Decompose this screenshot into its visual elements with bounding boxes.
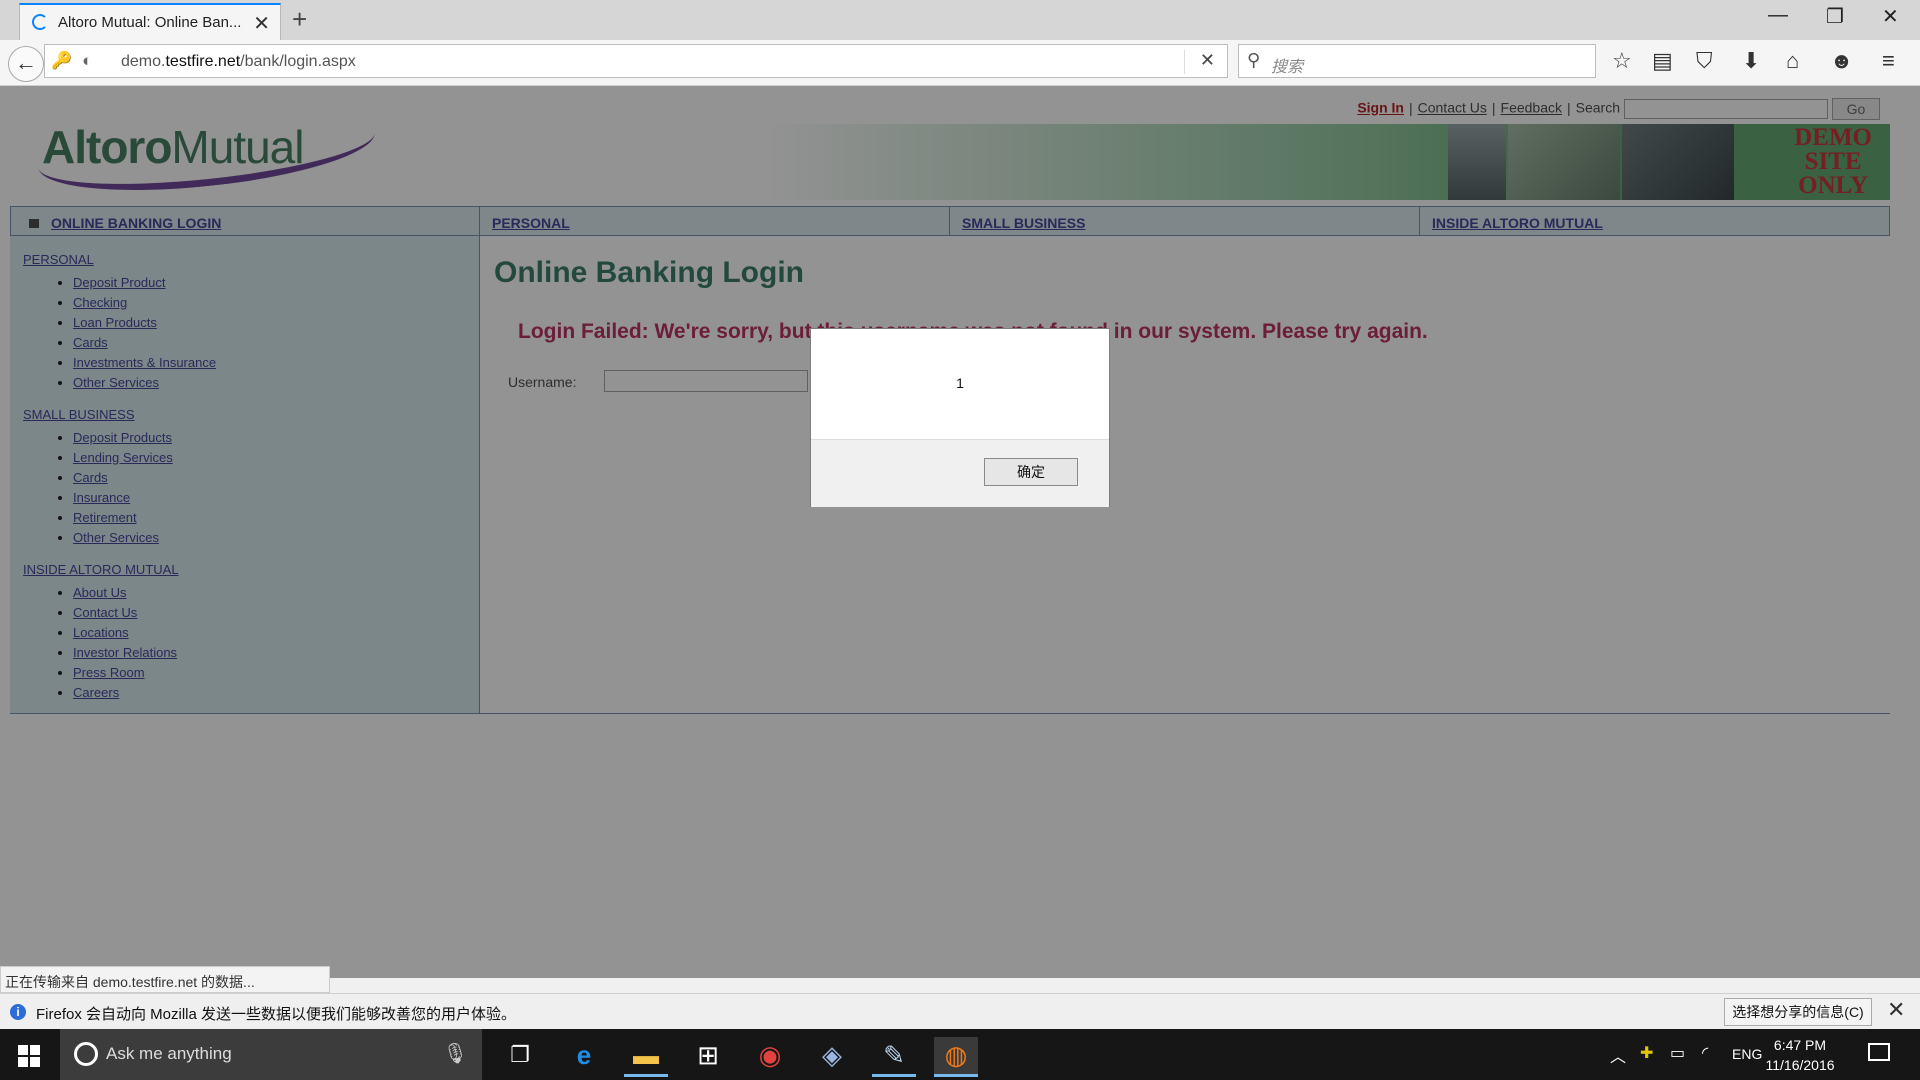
file-explorer-icon[interactable]: ▬: [624, 1037, 668, 1077]
hamburger-menu-icon[interactable]: ≡: [1882, 48, 1895, 74]
wifi-icon[interactable]: ◜: [1702, 1043, 1708, 1063]
tab-title: Altoro Mutual: Online Ban...: [58, 14, 242, 31]
home-icon[interactable]: ⌂: [1786, 48, 1799, 74]
tab-strip: Altoro Mutual: Online Ban... ✕ + — ❐ ✕: [0, 0, 1920, 40]
app-icon-blue[interactable]: ◈: [810, 1037, 854, 1077]
windows-start-icon[interactable]: [18, 1045, 40, 1067]
action-center-icon[interactable]: [1868, 1043, 1890, 1061]
info-icon: i: [10, 1004, 26, 1020]
firefox-icon[interactable]: ◍: [934, 1037, 978, 1077]
back-arrow-icon[interactable]: ←: [8, 46, 44, 82]
tray-app-icon[interactable]: ✚: [1640, 1043, 1653, 1063]
store-icon[interactable]: ⊞: [686, 1037, 730, 1077]
app-icon-paint[interactable]: ✎: [872, 1037, 916, 1077]
bookmark-star-icon[interactable]: ☆: [1612, 48, 1632, 74]
clock-date: 11/16/2016: [1765, 1057, 1835, 1073]
reading-list-icon[interactable]: ▤: [1652, 48, 1673, 74]
browser-tab[interactable]: Altoro Mutual: Online Ban... ✕: [19, 3, 281, 40]
navigation-toolbar: ← 🔑◐ demo.testfire.net/bank/login.aspx ✕…: [0, 40, 1920, 86]
tray-expand-icon[interactable]: ︿: [1610, 1043, 1626, 1067]
search-box[interactable]: ⚲ 搜索: [1238, 44, 1596, 78]
status-bar: 正在传输来自 demo.testfire.net 的数据...: [0, 966, 330, 993]
windows-taskbar: Ask me anything 🎙 ❐ e ▬ ⊞ ◉ ◈ ✎ ◍ ︿ ✚ ▭ …: [0, 1029, 1920, 1080]
pocket-icon[interactable]: ⛉: [1696, 48, 1713, 74]
alert-footer: 确定: [811, 439, 1109, 507]
choose-share-button[interactable]: 选择想分享的信息(C): [1724, 998, 1872, 1026]
microphone-icon[interactable]: 🎙: [443, 1041, 468, 1066]
search-placeholder: 搜索: [1271, 59, 1304, 76]
address-bar[interactable]: 🔑◐ demo.testfire.net/bank/login.aspx ✕: [44, 44, 1228, 78]
chrome-icon[interactable]: ◉: [748, 1037, 792, 1077]
site-identity-icon[interactable]: 🔑◐: [51, 51, 102, 71]
clock-time: 6:47 PM: [1773, 1037, 1827, 1053]
modal-overlay: [0, 86, 1920, 978]
url-text: demo.testfire.net/bank/login.aspx: [121, 53, 356, 70]
cortana-icon: [74, 1042, 98, 1066]
search-icon: ⚲: [1247, 50, 1261, 70]
minimize-icon[interactable]: —: [1768, 4, 1788, 27]
task-view-icon[interactable]: ❐: [498, 1037, 542, 1077]
ok-button[interactable]: 确定: [984, 458, 1078, 486]
new-tab-icon[interactable]: +: [292, 4, 307, 35]
alert-dialog: 1 确定: [810, 328, 1110, 507]
stop-loading-icon[interactable]: ✕: [1200, 50, 1215, 71]
close-tab-icon[interactable]: ✕: [253, 11, 270, 36]
loading-spinner-icon: [32, 14, 48, 30]
cortana-search-box[interactable]: Ask me anything 🎙: [60, 1029, 482, 1080]
close-notification-icon[interactable]: ✕: [1887, 997, 1905, 1023]
chat-icon[interactable]: ☻: [1830, 48, 1853, 74]
window-close-icon[interactable]: ✕: [1882, 4, 1899, 29]
url-separator: [1184, 50, 1185, 74]
alert-message: 1: [956, 375, 964, 391]
restore-icon[interactable]: ❐: [1826, 4, 1844, 29]
download-icon[interactable]: ⬇: [1742, 48, 1760, 74]
notification-text: Firefox 会自动向 Mozilla 发送一些数据以便我们能够改善您的用户体…: [36, 1006, 517, 1023]
edge-browser-icon[interactable]: e: [562, 1037, 606, 1077]
cortana-placeholder: Ask me anything: [106, 1044, 232, 1063]
battery-icon[interactable]: ▭: [1670, 1043, 1685, 1063]
system-clock[interactable]: 6:47 PM 11/16/2016: [1752, 1035, 1848, 1075]
notification-bar: i Firefox 会自动向 Mozilla 发送一些数据以便我们能够改善您的用…: [0, 993, 1920, 1029]
